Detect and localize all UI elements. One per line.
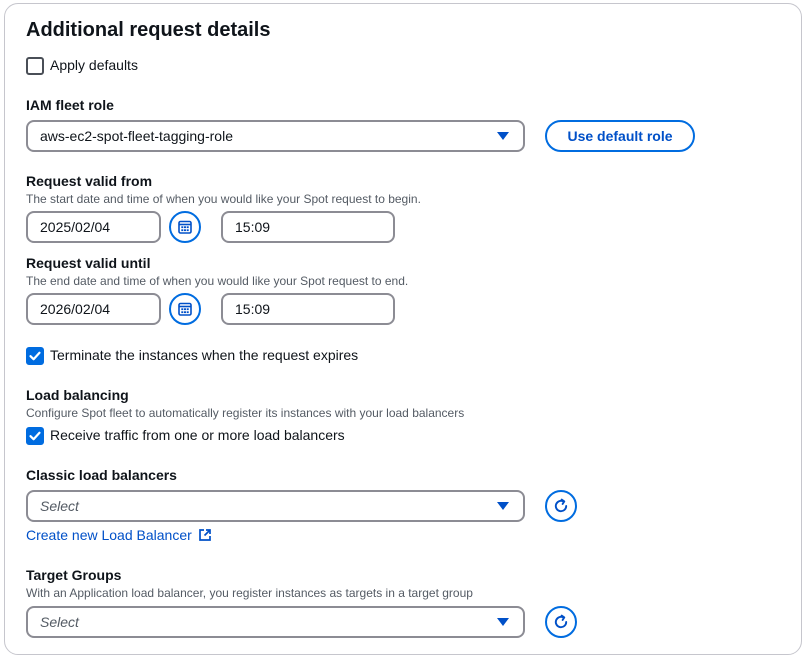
load-balancing-description: Configure Spot fleet to automatically re… [26,406,465,420]
apply-defaults-label[interactable]: Apply defaults [50,57,138,73]
valid-from-calendar-button[interactable] [169,211,201,243]
iam-fleet-role-select[interactable]: aws-ec2-spot-fleet-tagging-role [26,120,525,152]
caret-down-icon [497,502,509,510]
caret-down-icon [497,618,509,626]
calendar-icon [178,220,192,234]
create-new-load-balancer-text[interactable]: Create new Load Balancer [26,527,192,543]
refresh-classic-load-balancers-button[interactable] [545,490,577,522]
request-valid-until-label: Request valid until [26,255,151,271]
refresh-target-groups-button[interactable] [545,606,577,638]
receive-traffic-label[interactable]: Receive traffic from one or more load ba… [50,427,345,443]
check-icon [29,351,41,361]
valid-until-calendar-button[interactable] [169,293,201,325]
valid-until-time-input[interactable]: 15:09 [221,293,395,325]
apply-defaults-checkbox[interactable] [26,57,44,75]
load-balancing-label: Load balancing [26,387,129,403]
terminate-instances-checkbox[interactable] [26,347,44,365]
refresh-icon [554,498,568,513]
request-valid-until-description: The end date and time of when you would … [26,274,409,288]
target-groups-description: With an Application load balancer, you r… [26,586,473,600]
valid-until-date-input[interactable]: 2026/02/04 [26,293,161,325]
classic-load-balancers-placeholder: Select [40,498,79,514]
receive-traffic-checkbox[interactable] [26,427,44,445]
calendar-icon [178,302,192,316]
terminate-instances-label[interactable]: Terminate the instances when the request… [50,347,358,363]
check-icon [29,431,41,441]
use-default-role-button[interactable]: Use default role [545,120,695,152]
external-link-icon [198,529,211,541]
target-groups-label: Target Groups [26,567,122,583]
classic-load-balancers-label: Classic load balancers [26,467,177,483]
refresh-icon [554,614,568,629]
section-title: Additional request details [26,19,271,41]
caret-down-icon [497,132,509,140]
target-groups-select[interactable]: Select [26,606,525,638]
request-valid-from-description: The start date and time of when you woul… [26,192,421,206]
valid-from-date-input[interactable]: 2025/02/04 [26,211,161,243]
request-valid-from-label: Request valid from [26,173,153,189]
iam-fleet-role-label: IAM fleet role [26,97,114,113]
classic-load-balancers-select[interactable]: Select [26,490,525,522]
additional-request-details-panel [4,3,802,655]
target-groups-placeholder: Select [40,614,79,630]
valid-from-time-input[interactable]: 15:09 [221,211,395,243]
iam-fleet-role-value: aws-ec2-spot-fleet-tagging-role [40,128,233,144]
create-new-load-balancer-link[interactable]: Create new Load Balancer [26,527,212,543]
